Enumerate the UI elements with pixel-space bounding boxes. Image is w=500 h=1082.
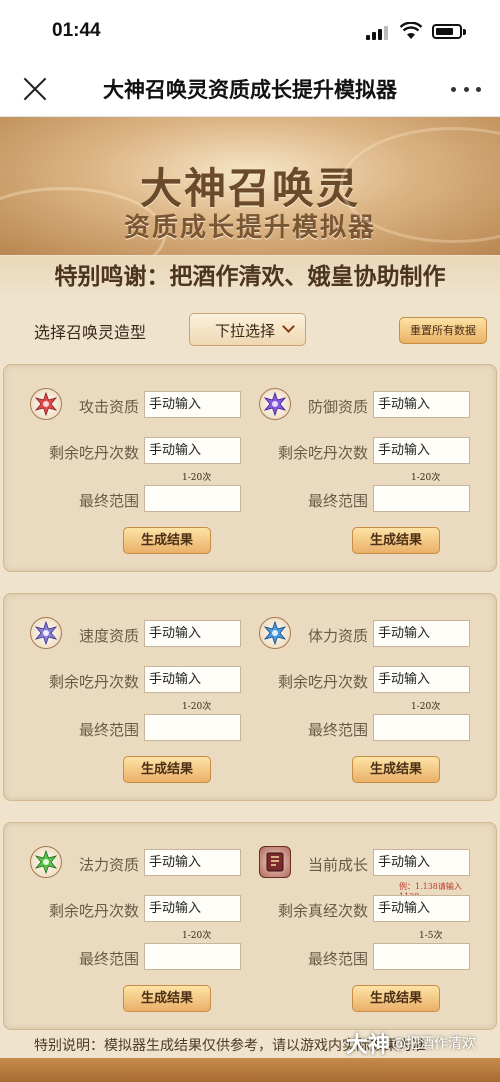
pill-count-label: 剩余吃丹次数 (48, 902, 139, 920)
pill-count-input[interactable]: 手动输入 (144, 666, 241, 693)
final-range-output (373, 714, 470, 741)
generate-button[interactable]: 生成结果 (352, 527, 440, 554)
final-range-output (373, 485, 470, 512)
final-range-label: 最终范围 (307, 492, 368, 510)
footer-bar (0, 1058, 500, 1082)
generate-button[interactable]: 生成结果 (123, 527, 211, 554)
pill-count-label: 剩余吃丹次数 (48, 444, 139, 462)
final-range-label: 最终范围 (307, 721, 368, 739)
stat-column-attack: 攻击资质 手动输入 剩余吃丹次数 手动输入 1-20次 最终范围 生成结果 (4, 365, 249, 571)
stat-label: 攻击资质 (78, 398, 139, 416)
pill-count-label: 剩余吃丹次数 (277, 444, 368, 462)
pill-count-input[interactable]: 手动输入 (373, 437, 470, 464)
generate-button[interactable]: 生成结果 (352, 756, 440, 783)
stat-panel: 速度资质 手动输入 剩余吃丹次数 手动输入 1-20次 最终范围 生成结果 体力… (3, 593, 497, 801)
stat-panel: 法力资质 手动输入 剩余吃丹次数 手动输入 1-20次 最终范围 生成结果 当前… (3, 822, 497, 1030)
scripture-count-label: 剩余真经次数 (277, 902, 368, 920)
final-range-output (144, 485, 241, 512)
range-hint: 1-5次 (419, 931, 443, 941)
pill-count-input[interactable]: 手动输入 (373, 666, 470, 693)
stat-column-defense: 防御资质 手动输入 剩余吃丹次数 手动输入 1-20次 最终范围 生成结果 (233, 365, 478, 571)
generate-button[interactable]: 生成结果 (123, 985, 211, 1012)
battery-tip (463, 29, 466, 35)
final-range-output (144, 714, 241, 741)
pill-count-input[interactable]: 手动输入 (144, 895, 241, 922)
stat-column-growth: 当前成长 手动输入 例：1.138请输入1138 剩余真经次数 手动输入 1-5… (233, 823, 478, 1029)
pill-count-label: 剩余吃丹次数 (48, 673, 139, 691)
status-time: 01:44 (52, 20, 101, 41)
stat-input[interactable]: 手动输入 (144, 391, 241, 418)
pill-count-input[interactable]: 手动输入 (144, 437, 241, 464)
stat-input[interactable]: 手动输入 (373, 620, 470, 647)
range-hint: 1-20次 (411, 473, 441, 483)
final-range-label: 最终范围 (307, 950, 368, 968)
stat-column-speed: 速度资质 手动输入 剩余吃丹次数 手动输入 1-20次 最终范围 生成结果 (4, 594, 249, 800)
generate-button[interactable]: 生成结果 (352, 985, 440, 1012)
reset-all-button[interactable]: 重置所有数据 (399, 317, 487, 344)
nav-bar: 大神召唤灵资质成长提升模拟器 (0, 62, 500, 117)
generate-button[interactable]: 生成结果 (123, 756, 211, 783)
battery-icon (432, 24, 462, 39)
final-range-output (144, 943, 241, 970)
stat-input[interactable]: 手动输入 (144, 849, 241, 876)
range-hint: 1-20次 (182, 473, 212, 483)
stat-label: 体力资质 (307, 627, 368, 645)
close-icon[interactable] (22, 76, 48, 102)
range-hint: 1-20次 (411, 702, 441, 712)
stat-label: 防御资质 (307, 398, 368, 416)
signal-icon (366, 26, 388, 40)
final-range-output (373, 943, 470, 970)
thanks-text: 特别鸣谢：把酒作清欢、娥皇协助制作 (0, 256, 500, 300)
pill-count-label: 剩余吃丹次数 (277, 673, 368, 691)
more-icon[interactable] (451, 84, 481, 94)
watermark-brand: 大神 (346, 1033, 391, 1058)
chevron-down-icon (282, 320, 295, 333)
model-dropdown[interactable]: 下拉选择 (189, 313, 306, 346)
stat-input[interactable]: 手动输入 (373, 849, 470, 876)
stat-input[interactable]: 手动输入 (373, 391, 470, 418)
range-hint: 1-20次 (182, 702, 212, 712)
wifi-icon (399, 21, 423, 40)
stat-input[interactable]: 手动输入 (144, 620, 241, 647)
dropdown-label: 下拉选择 (215, 322, 276, 340)
final-range-label: 最终范围 (78, 950, 139, 968)
status-bar: 01:44 (0, 0, 500, 62)
final-range-label: 最终范围 (78, 721, 139, 739)
banner: 大神召唤灵 资质成长提升模拟器 (0, 117, 500, 255)
banner-subtitle: 资质成长提升模拟器 (123, 213, 376, 243)
stat-panel: 攻击资质 手动输入 剩余吃丹次数 手动输入 1-20次 最终范围 生成结果 防御… (3, 364, 497, 572)
scripture-count-input[interactable]: 手动输入 (373, 895, 470, 922)
stat-label: 法力资质 (78, 856, 139, 874)
select-model-label: 选择召唤灵造型 (34, 323, 147, 342)
watermark-author: @把酒作清欢 (392, 1036, 476, 1052)
stat-label: 当前成长 (307, 856, 368, 874)
page-title: 大神召唤灵资质成长提升模拟器 (103, 78, 397, 102)
stat-label: 速度资质 (78, 627, 139, 645)
final-range-label: 最终范围 (78, 492, 139, 510)
stat-column-magic: 法力资质 手动输入 剩余吃丹次数 手动输入 1-20次 最终范围 生成结果 (4, 823, 249, 1029)
stat-column-stamina: 体力资质 手动输入 剩余吃丹次数 手动输入 1-20次 最终范围 生成结果 (233, 594, 478, 800)
range-hint: 1-20次 (182, 931, 212, 941)
